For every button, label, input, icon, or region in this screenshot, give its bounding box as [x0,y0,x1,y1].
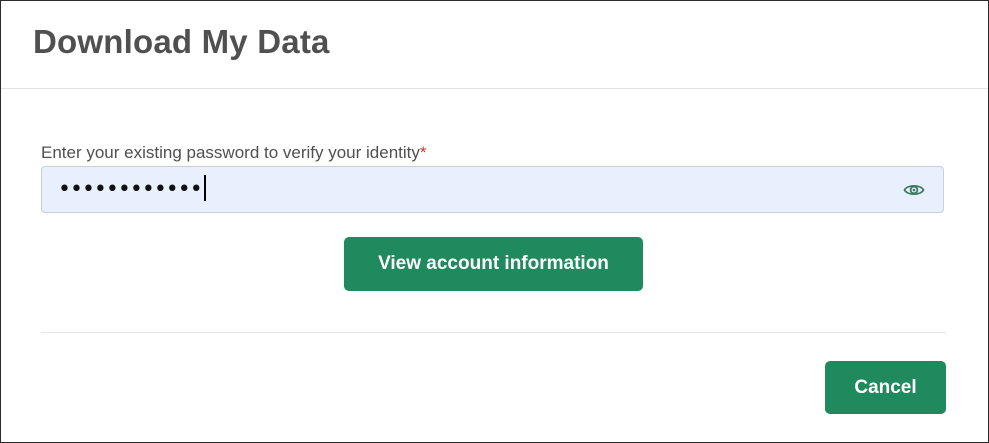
cancel-button[interactable]: Cancel [825,361,946,414]
dialog-header: Download My Data [1,1,988,89]
password-input[interactable]: •••••••••••• [41,166,944,213]
footer-divider [41,332,946,333]
password-dots: •••••••••••• [58,177,203,202]
eye-icon-graphic [903,184,925,196]
view-account-information-button[interactable]: View account information [344,237,643,291]
password-value[interactable]: •••••••••••• [58,175,206,205]
download-data-dialog: Download My Data Enter your existing pas… [0,0,989,443]
dialog-title: Download My Data [33,23,330,60]
password-label: Enter your existing password to verify y… [41,142,427,164]
password-label-text: Enter your existing password to verify y… [41,143,420,162]
eye-icon[interactable] [903,180,925,200]
text-caret [203,175,206,201]
required-marker: * [419,143,427,162]
